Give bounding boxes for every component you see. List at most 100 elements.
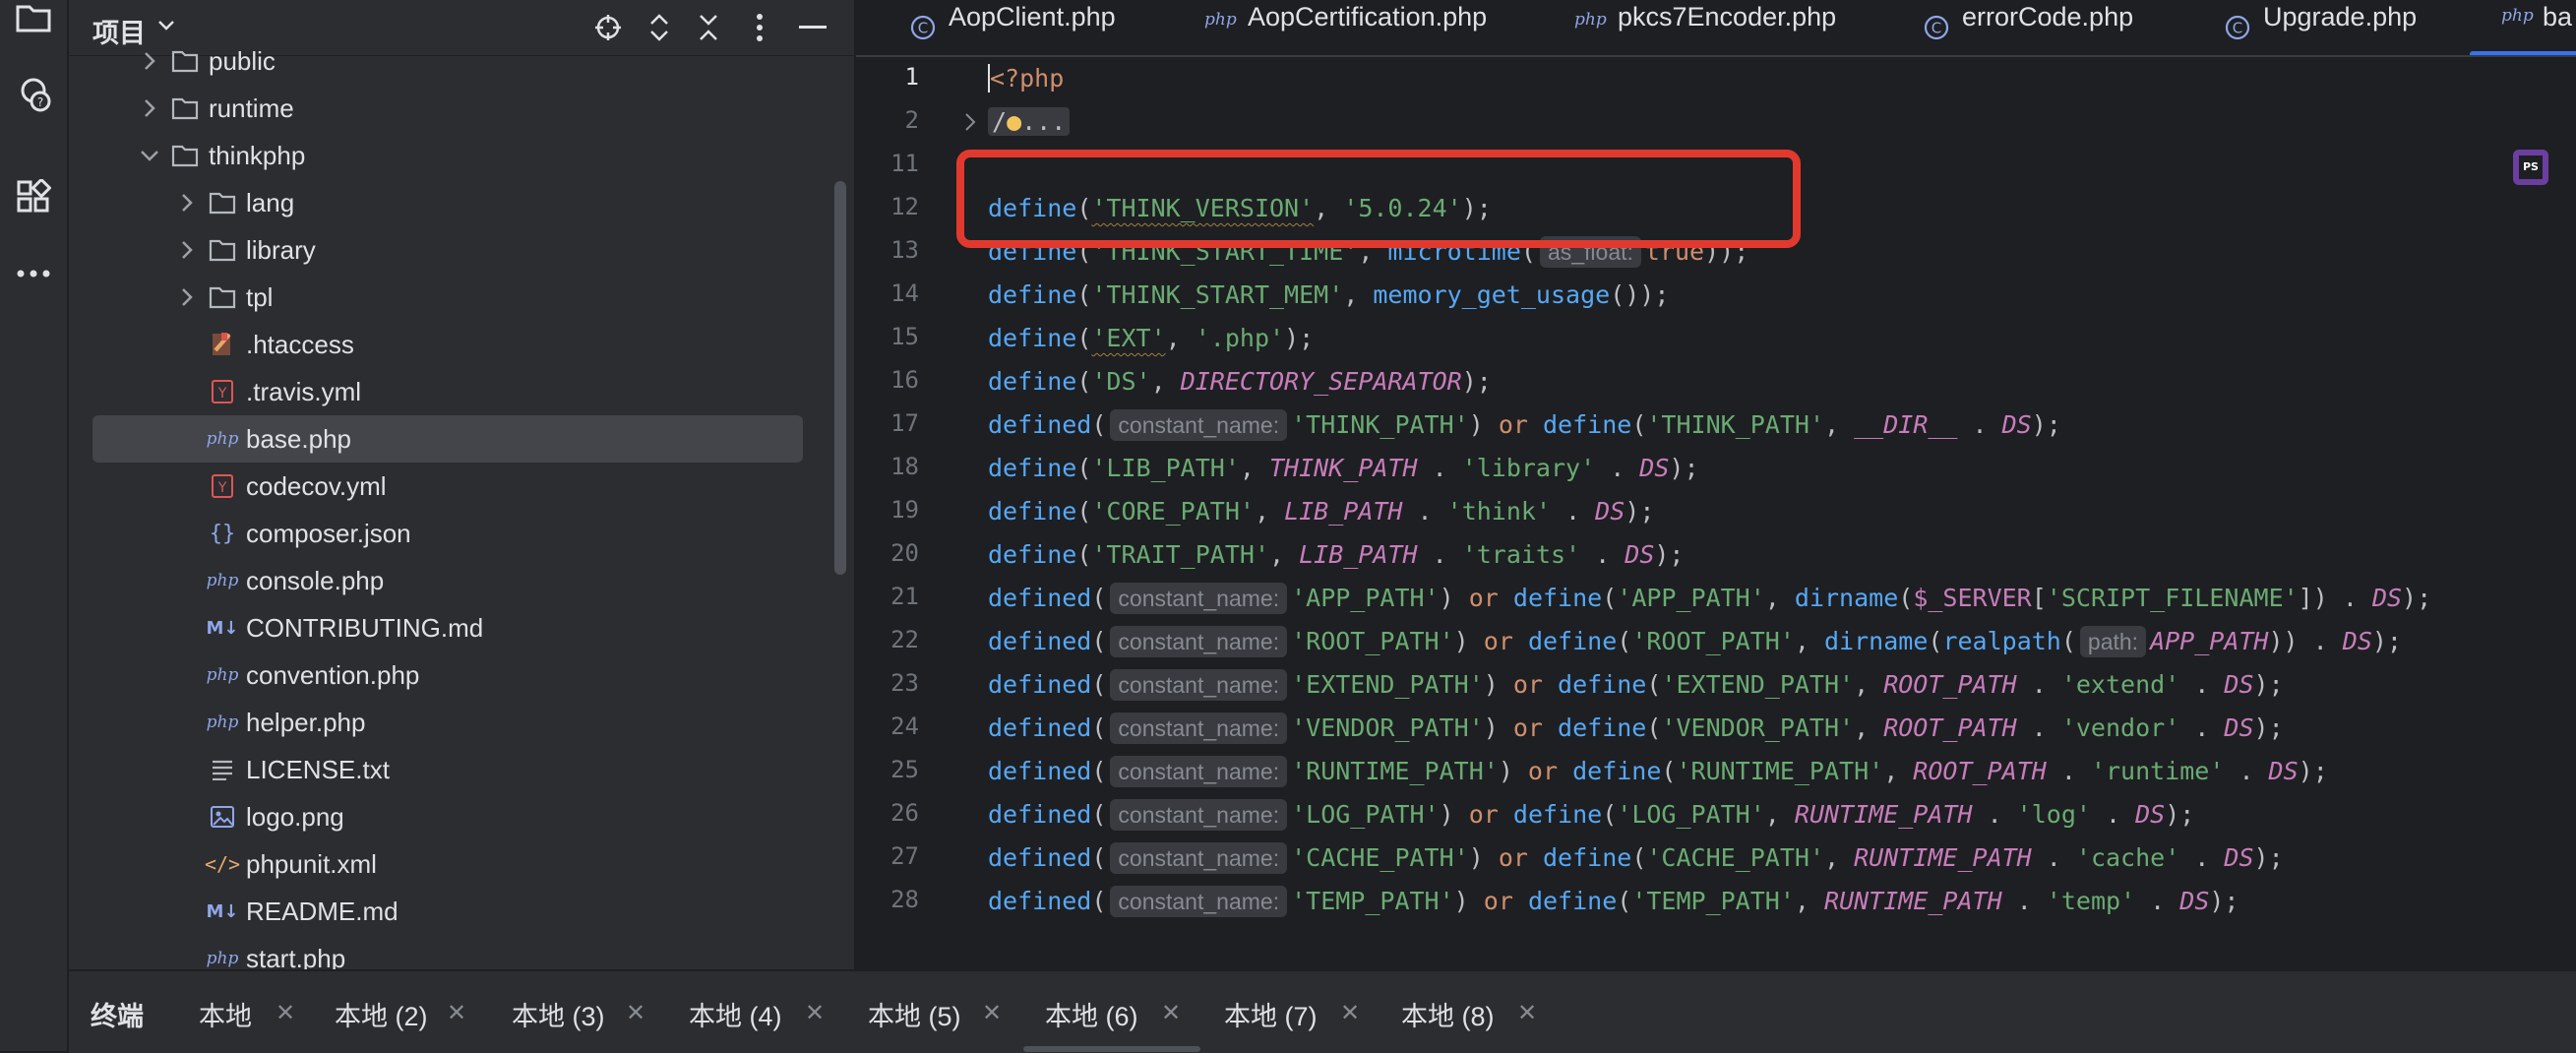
tree-item-license-txt[interactable]: LICENSE.txt	[69, 746, 854, 793]
line-number: 18	[890, 453, 919, 480]
chevron-right-icon[interactable]	[175, 191, 199, 215]
terminal-tab[interactable]: 本地 (7) ✕	[1224, 995, 1372, 1034]
line-number: 13	[890, 236, 919, 264]
tree-item-label: public	[209, 46, 276, 76]
terminal-title[interactable]: 终端	[91, 995, 144, 1033]
close-icon[interactable]: ✕	[1340, 999, 1360, 1027]
tree-item-codecov-yml[interactable]: Y codecov.yml	[69, 463, 854, 510]
tab-base-php[interactable]: php ba	[2470, 0, 2576, 55]
editor: C AopClient.php php AopCertification.php…	[856, 0, 2576, 969]
close-icon[interactable]: ✕	[1517, 999, 1537, 1027]
php-file-icon: php	[206, 571, 239, 590]
tree-item-runtime[interactable]: runtime	[69, 85, 854, 132]
tree-item-composer-json[interactable]: {} composer.json	[69, 510, 854, 557]
terminal-tab-label: 本地 (4)	[689, 1002, 782, 1031]
yaml-icon: Y	[207, 376, 238, 407]
close-icon[interactable]: ✕	[447, 999, 466, 1027]
terminal-tab[interactable]: 本地 (8) ✕	[1401, 995, 1549, 1034]
tree-item-htaccess[interactable]: .htaccess	[69, 321, 854, 368]
tree-item-tpl[interactable]: tpl	[69, 274, 854, 321]
tree-item-logo-png[interactable]: logo.png	[69, 793, 854, 840]
line-number: 16	[890, 366, 919, 394]
svg-text:Y: Y	[217, 386, 227, 402]
close-icon[interactable]: ✕	[805, 999, 825, 1027]
code-line-17: defined(constant_name: 'THINK_PATH') or d…	[988, 409, 2061, 441]
ai-assistant-icon[interactable]: ?	[8, 69, 59, 120]
more-icon[interactable]	[8, 248, 59, 299]
terminal-tab-active[interactable]: 本地 (6) ✕	[1045, 995, 1202, 1034]
phpstorm-icon[interactable]: PS	[2511, 148, 2550, 187]
chevron-right-icon[interactable]	[138, 49, 161, 73]
tree-item-travis-yml[interactable]: Y .travis.yml	[69, 368, 854, 415]
terminal-tab-label: 本地 (6)	[1045, 1002, 1138, 1031]
tab-pkcs7encoder[interactable]: php pkcs7Encoder.php	[1574, 0, 1889, 55]
line-number: 2	[904, 106, 919, 134]
line-number: 26	[890, 799, 919, 827]
tab-aopcertification[interactable]: php AopCertification.php	[1204, 0, 1559, 55]
tree-item-start-php[interactable]: php start.php	[69, 935, 854, 969]
tree-item-public[interactable]: public	[69, 43, 854, 85]
chevron-right-icon[interactable]	[175, 238, 199, 262]
tree-item-console-php[interactable]: php console.php	[69, 557, 854, 604]
project-panel: 项目 public runtime thinkphp lang library …	[69, 0, 854, 969]
chevron-down-icon[interactable]	[155, 14, 177, 40]
code-line-1: <?php	[988, 64, 1065, 93]
lightbulb-icon[interactable]: ●	[1007, 107, 1021, 136]
tree-item-thinkphp[interactable]: thinkphp	[69, 132, 854, 179]
tree-item-helper-php[interactable]: php helper.php	[69, 699, 854, 746]
terminal-bar: 终端 本地 ✕ 本地 (2) ✕ 本地 (3) ✕ 本地 (4) ✕ 本地 (5…	[69, 969, 2576, 1053]
tree-item-readme-md[interactable]: M↓ README.md	[69, 888, 854, 935]
close-icon[interactable]: ✕	[626, 999, 645, 1027]
tree-item-lang[interactable]: lang	[69, 179, 854, 226]
close-icon[interactable]: ✕	[1161, 999, 1181, 1027]
tree-item-label: start.php	[246, 944, 346, 969]
chevron-right-icon[interactable]	[138, 96, 161, 120]
code-line-16: define('DS', DIRECTORY_SEPARATOR);	[988, 367, 1492, 396]
terminal-tab[interactable]: 本地 ✕	[199, 995, 307, 1034]
code-line-25: defined(constant_name: 'RUNTIME_PATH') or…	[988, 756, 2328, 787]
markdown-icon: M↓	[206, 900, 239, 922]
text-file-icon	[207, 754, 238, 785]
tree-item-contributing-md[interactable]: M↓ CONTRIBUTING.md	[69, 604, 854, 651]
terminal-tab[interactable]: 本地 (4) ✕	[689, 995, 836, 1034]
tree-item-library[interactable]: library	[69, 226, 854, 274]
tree-item-convention-php[interactable]: php convention.php	[69, 651, 854, 699]
editor-tab-bar: C AopClient.php php AopCertification.php…	[856, 0, 2576, 57]
terminal-tab[interactable]: 本地 (3) ✕	[512, 995, 659, 1034]
code-line-2: /●...	[988, 102, 1071, 142]
code-line-23: defined(constant_name: 'EXTEND_PATH') or …	[988, 669, 2284, 701]
code-line-24: defined(constant_name: 'VENDOR_PATH') or …	[988, 712, 2284, 744]
line-number: 21	[890, 583, 919, 610]
php-file-icon: php	[206, 712, 239, 732]
close-icon[interactable]: ✕	[276, 999, 295, 1027]
file-tree: public runtime thinkphp lang library tpl	[69, 43, 854, 969]
chevron-right-icon[interactable]	[175, 285, 199, 309]
tree-item-label: CONTRIBUTING.md	[246, 613, 484, 643]
tab-aopclient[interactable]: C AopClient.php	[909, 0, 1204, 55]
fold-chevron-icon[interactable]	[962, 110, 978, 134]
terminal-tabs-scrollbar[interactable]	[1023, 1046, 1200, 1052]
terminal-tab[interactable]: 本地 (5) ✕	[868, 995, 1015, 1034]
tree-item-label: .travis.yml	[246, 377, 361, 406]
terminal-tab[interactable]: 本地 (2) ✕	[335, 995, 482, 1034]
code-line-28: defined(constant_name: 'TEMP_PATH') or de…	[988, 886, 2239, 917]
line-number: 28	[890, 886, 919, 913]
code-line-21: defined(constant_name: 'APP_PATH') or def…	[988, 583, 2432, 614]
tab-errorcode[interactable]: C errorCode.php	[1923, 0, 2178, 55]
activity-bar: ?	[0, 0, 69, 1051]
markdown-icon: M↓	[206, 617, 239, 639]
terminal-tab-label: 本地 (3)	[512, 1002, 605, 1031]
chevron-down-icon[interactable]	[138, 144, 161, 167]
structure-icon[interactable]	[8, 171, 59, 222]
htaccess-icon	[207, 329, 238, 360]
line-number: 25	[890, 756, 919, 783]
class-icon: C	[910, 15, 936, 40]
project-scrollbar[interactable]	[834, 181, 846, 575]
tab-upgrade[interactable]: C Upgrade.php	[2224, 0, 2440, 55]
folder-icon[interactable]	[8, 0, 59, 43]
tree-item-base-php[interactable]: php base.php	[92, 415, 803, 463]
terminal-tab-label: 本地 (2)	[335, 1002, 428, 1031]
tab-label: AopCertification.php	[1248, 2, 1488, 31]
tree-item-phpunit-xml[interactable]: </> phpunit.xml	[69, 840, 854, 888]
close-icon[interactable]: ✕	[982, 999, 1002, 1027]
